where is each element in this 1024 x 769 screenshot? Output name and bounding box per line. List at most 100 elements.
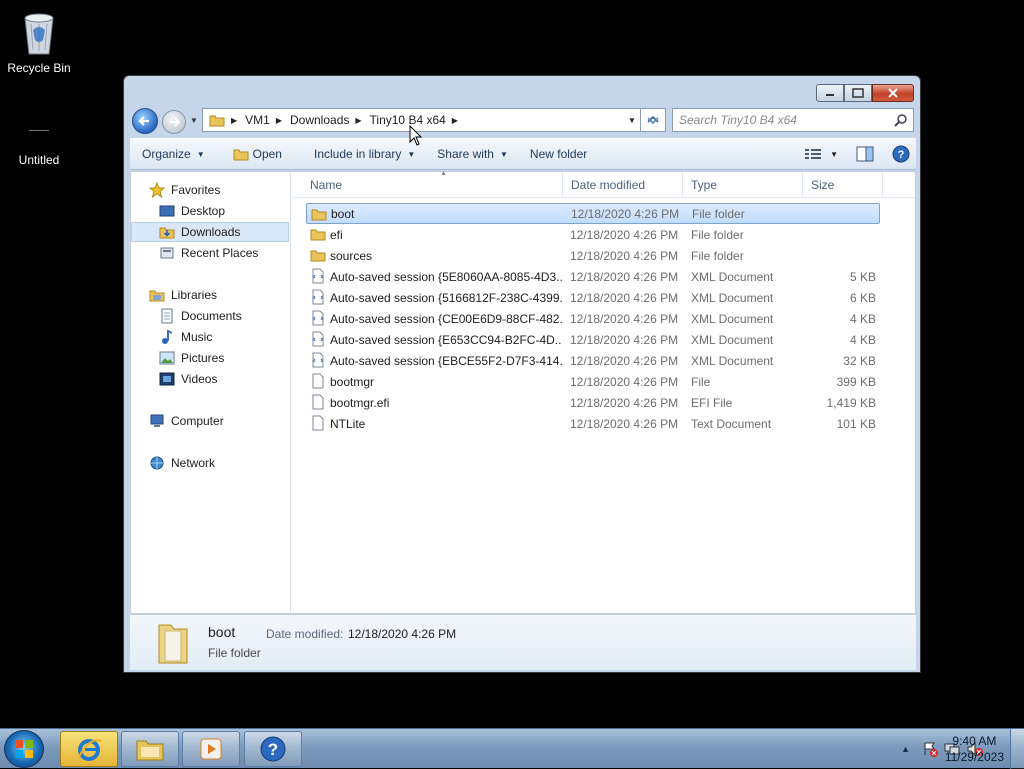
open-button[interactable]: Open — [224, 139, 291, 169]
include-in-library-button[interactable]: Include in library ▼ — [305, 139, 424, 169]
minimize-button[interactable] — [816, 84, 844, 102]
close-button[interactable] — [872, 84, 914, 102]
file-list: Name ▲ Date modified Type Size boot 12/18… — [292, 170, 915, 613]
star-icon — [149, 182, 165, 198]
table-row[interactable]: Auto-saved session {5166812F-238C-4399..… — [306, 287, 880, 308]
show-desktop-button[interactable] — [1010, 729, 1024, 769]
back-button[interactable] — [132, 108, 158, 134]
search-icon[interactable] — [894, 113, 908, 130]
navigation-pane: Favorites Desktop Downloads Recent Place… — [131, 172, 291, 613]
file-name: bootmgr.efi — [330, 395, 390, 410]
libraries-icon — [149, 287, 165, 303]
nav-pictures[interactable]: Pictures — [131, 348, 289, 368]
view-options-button[interactable]: ▼ — [804, 148, 838, 160]
table-row[interactable]: sources 12/18/2020 4:26 PM File folder — [306, 245, 880, 266]
address-dropdown-icon[interactable]: ▼ — [623, 109, 641, 131]
file-size: 1,419 KB — [826, 395, 876, 410]
taskbar-media-player[interactable] — [182, 731, 240, 767]
table-row[interactable]: bootmgr.efi 12/18/2020 4:26 PM EFI File 1,4… — [306, 392, 880, 413]
breadcrumb-downloads[interactable]: Downloads — [290, 113, 355, 127]
xml-file-icon — [310, 289, 326, 305]
table-row[interactable]: Auto-saved session {CE00E6D9-88CF-482...… — [306, 308, 880, 329]
untitled-desktop-icon[interactable]: Untitled — [0, 118, 78, 167]
recent-pages-dropdown[interactable]: ▼ — [190, 116, 198, 125]
file-size: 399 KB — [836, 374, 876, 389]
help-button[interactable]: ? — [892, 145, 910, 163]
details-name: boot — [208, 624, 236, 640]
xml-file-icon — [310, 310, 326, 326]
computer-icon — [149, 413, 165, 429]
refresh-button[interactable] — [640, 108, 666, 132]
table-row[interactable]: Auto-saved session {EBCE55F2-D7F3-414...… — [306, 350, 880, 371]
nav-computer[interactable]: Computer — [131, 411, 289, 431]
table-row[interactable]: boot 12/18/2020 4:26 PM File folder — [306, 203, 880, 224]
nav-desktop[interactable]: Desktop — [131, 201, 289, 221]
column-size[interactable]: Size — [803, 172, 883, 198]
column-name-label: Name — [310, 178, 343, 192]
window-controls — [816, 84, 914, 102]
xml-file-icon — [310, 352, 326, 368]
table-row[interactable]: efi 12/18/2020 4:26 PM File folder — [306, 224, 880, 245]
taskbar-internet-explorer[interactable] — [60, 731, 118, 767]
file-date-modified: 12/18/2020 4:26 PM — [570, 374, 679, 389]
column-type[interactable]: Type — [683, 172, 803, 198]
chevron-right-icon[interactable]: ▶ — [452, 116, 458, 125]
action-center-icon[interactable] — [922, 741, 938, 757]
network-icon — [149, 455, 165, 471]
breadcrumb-vm1[interactable]: VM1 — [245, 113, 276, 127]
nav-music[interactable]: Music — [131, 327, 289, 347]
clock-time: 9:40 AM — [952, 734, 997, 748]
start-button[interactable] — [4, 730, 44, 768]
file-date-modified: 12/18/2020 4:26 PM — [570, 227, 679, 242]
taskbar-help[interactable]: ? — [244, 731, 302, 767]
column-date-modified[interactable]: Date modified — [563, 172, 683, 198]
share-with-button[interactable]: Share with ▼ — [428, 139, 517, 169]
maximize-button[interactable] — [844, 84, 872, 102]
table-row[interactable]: Auto-saved session {E653CC94-B2FC-4D... 1… — [306, 329, 880, 350]
nav-videos[interactable]: Videos — [131, 369, 289, 389]
nav-recent-places[interactable]: Recent Places — [131, 243, 289, 263]
file-icon — [310, 373, 326, 389]
organize-button[interactable]: Organize ▼ — [130, 139, 214, 169]
file-icon — [310, 415, 326, 431]
table-row[interactable]: bootmgr 12/18/2020 4:26 PM File 399 KB — [306, 371, 880, 392]
chevron-right-icon[interactable]: ▶ — [355, 116, 361, 125]
table-row[interactable]: Auto-saved session {5E8060AA-8085-4D3...… — [306, 266, 880, 287]
nav-libraries[interactable]: Libraries — [131, 285, 289, 305]
nav-favorites[interactable]: Favorites — [131, 180, 289, 200]
nav-network[interactable]: Network — [131, 453, 289, 473]
file-size: 32 KB — [843, 353, 876, 368]
nav-downloads[interactable]: Downloads — [131, 222, 289, 242]
nav-recent-places-label: Recent Places — [181, 246, 259, 260]
column-name[interactable]: Name ▲ — [302, 170, 563, 198]
details-date-label: Date modified: — [266, 627, 344, 641]
file-date-modified: 12/18/2020 4:26 PM — [570, 311, 679, 326]
chevron-right-icon[interactable]: ▶ — [231, 116, 237, 125]
caret-down-icon: ▼ — [407, 149, 416, 159]
file-type: EFI File — [691, 395, 733, 410]
taskbar: ? ▲ 9:40 AM 11/29/2023 — [0, 728, 1024, 769]
chevron-right-icon[interactable]: ▶ — [276, 116, 282, 125]
file-size: 5 KB — [849, 269, 876, 284]
taskbar-windows-explorer[interactable] — [121, 731, 179, 767]
include-in-library-label: Include in library — [313, 147, 402, 161]
nav-documents[interactable]: Documents — [131, 306, 289, 326]
column-size-label: Size — [811, 178, 835, 192]
forward-button[interactable] — [162, 110, 186, 134]
minimize-icon — [826, 94, 834, 96]
new-folder-button[interactable]: New folder — [521, 139, 596, 169]
preview-pane-icon — [856, 146, 874, 162]
clock[interactable]: 9:40 AM 11/29/2023 — [945, 733, 1004, 765]
recycle-bin-desktop-icon[interactable]: Recycle Bin — [0, 8, 78, 75]
back-arrow-icon — [138, 116, 149, 126]
nav-videos-label: Videos — [181, 372, 218, 386]
file-type: XML Document — [691, 353, 774, 368]
table-row[interactable]: NTLite 12/18/2020 4:26 PM Text Document 101… — [306, 413, 880, 434]
open-folder-icon — [233, 147, 249, 161]
folder-icon — [311, 206, 327, 222]
xml-file-icon — [310, 268, 326, 284]
file-name: boot — [331, 206, 355, 221]
preview-pane-button[interactable] — [856, 146, 874, 162]
show-hidden-icons-button[interactable]: ▲ — [901, 744, 910, 754]
search-input[interactable]: Search Tiny10 B4 x64 — [672, 108, 914, 132]
